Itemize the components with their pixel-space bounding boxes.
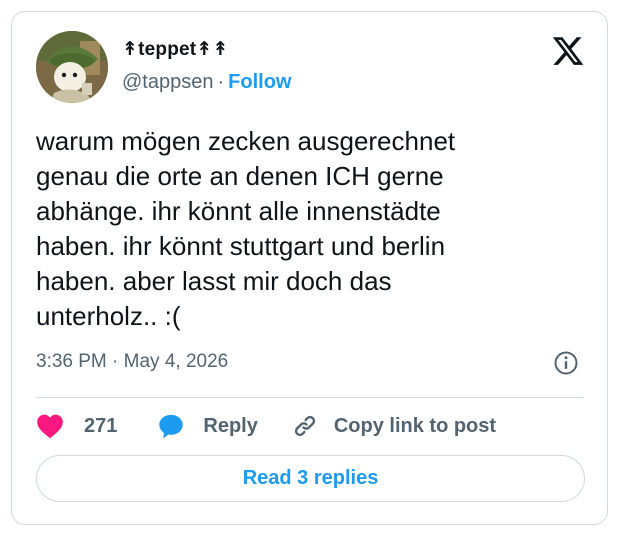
user-handle[interactable]: @tappsen xyxy=(122,71,213,93)
handle-row: @tappsen · Follow xyxy=(122,71,291,94)
follow-button[interactable]: Follow xyxy=(228,71,291,93)
reply-label: Reply xyxy=(203,414,258,437)
handle-separator: · xyxy=(217,71,225,93)
tweet-text: warum mögen zecken ausgerechnet genau di… xyxy=(36,126,456,331)
tweet-card: ↟teppet↟↟ @tappsen · Follow warum mögen ze… xyxy=(11,11,608,525)
tweet-time[interactable]: 3:36 PM xyxy=(36,351,107,372)
info-icon[interactable] xyxy=(553,350,579,376)
read-replies-button[interactable]: Read 3 replies xyxy=(36,455,585,502)
reply-button[interactable]: Reply xyxy=(157,412,258,440)
heart-icon xyxy=(37,414,63,439)
x-logo-icon[interactable] xyxy=(551,34,585,68)
link-icon xyxy=(294,415,315,437)
copy-link-button[interactable]: Copy link to post xyxy=(292,413,496,439)
divider xyxy=(36,397,583,398)
action-bar: 271 Reply Copy link to post xyxy=(36,408,496,444)
avatar-image xyxy=(36,31,108,103)
timestamp-row[interactable]: 3:36 PM · May 4, 2026 xyxy=(36,351,228,373)
tweet-date[interactable]: May 4, 2026 xyxy=(124,351,229,372)
speech-bubble-icon xyxy=(159,414,184,439)
avatar[interactable] xyxy=(36,31,108,103)
display-name[interactable]: ↟teppet↟↟ xyxy=(122,38,229,61)
copy-link-label: Copy link to post xyxy=(333,414,497,437)
timestamp-separator: · xyxy=(112,351,119,372)
like-button[interactable]: 271 xyxy=(36,413,117,439)
like-count: 271 xyxy=(84,414,118,437)
